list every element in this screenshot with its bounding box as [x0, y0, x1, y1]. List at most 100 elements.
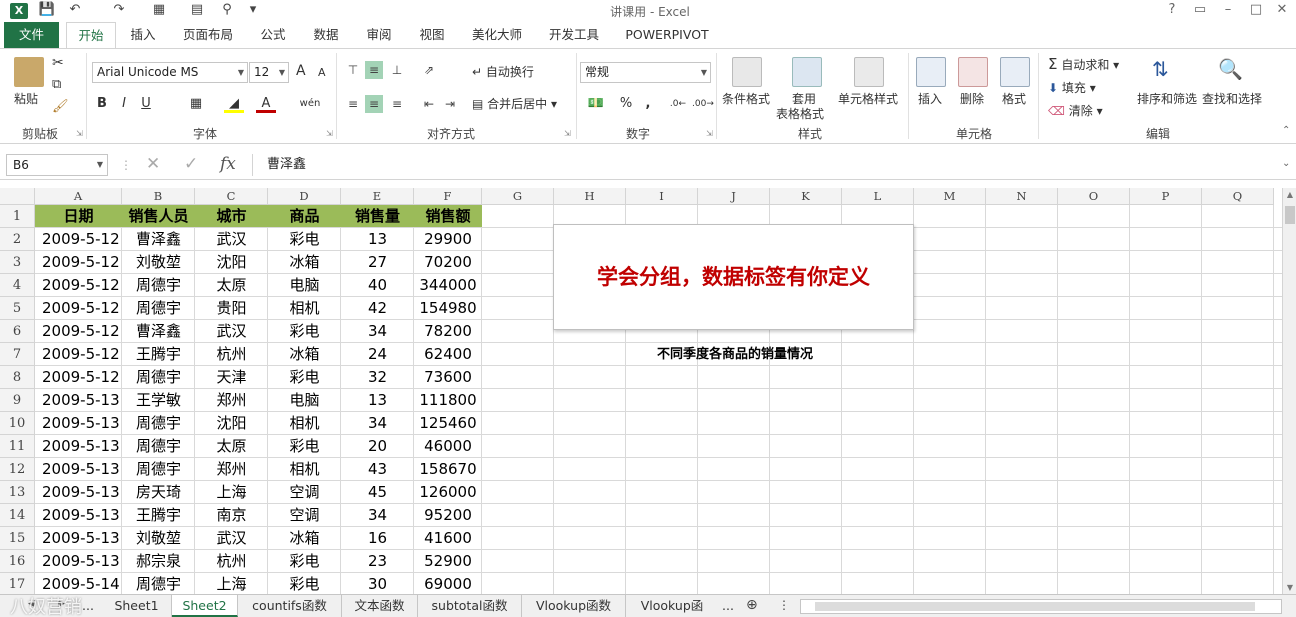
header-cell[interactable]: 销售量 — [341, 205, 414, 227]
decrease-decimal-icon[interactable]: .00→ — [692, 93, 714, 115]
row-header[interactable]: 8 — [0, 366, 35, 389]
currency-icon[interactable]: 💵 — [582, 93, 610, 115]
number-format-select[interactable]: 常规 ▼ — [580, 62, 711, 83]
data-cell[interactable]: 2009-5-13 — [35, 412, 122, 435]
data-cell[interactable]: 武汉 — [195, 320, 268, 343]
print-preview-icon[interactable]: ▤ — [188, 2, 206, 17]
sheet-tab[interactable]: Vlookup函 — [626, 595, 718, 617]
quick-access-icon[interactable]: ▦ — [150, 2, 168, 17]
number-launcher-icon[interactable]: ⇲ — [706, 129, 713, 138]
column-header[interactable]: J — [698, 188, 770, 205]
font-size-select[interactable]: 12 ▼ — [249, 62, 289, 83]
horizontal-scrollbar[interactable] — [800, 599, 1282, 614]
delete-cells-button[interactable]: 删除 — [960, 90, 984, 107]
format-as-table-icon[interactable] — [792, 57, 822, 87]
maximize-icon[interactable]: □ — [1246, 2, 1266, 17]
zoom-icon[interactable]: ⚲ — [218, 2, 236, 17]
paste-button[interactable]: 粘贴 — [14, 90, 38, 107]
row-header[interactable]: 12 — [0, 458, 35, 481]
more-sheets-right[interactable]: ... — [718, 595, 738, 617]
cell-styles-button[interactable]: 单元格样式 — [838, 90, 898, 107]
autosum-button[interactable]: Σ 自动求和 ▾ — [1048, 55, 1119, 73]
header-cell[interactable]: 销售人员 — [122, 205, 195, 227]
row-header[interactable]: 17 — [0, 573, 35, 594]
data-cell[interactable]: 太原 — [195, 274, 268, 297]
select-all-corner[interactable] — [0, 188, 35, 205]
clipboard-launcher-icon[interactable]: ⇲ — [76, 129, 83, 138]
data-cell[interactable]: 相机 — [268, 458, 341, 481]
row-header[interactable]: 15 — [0, 527, 35, 550]
tab-page-layout[interactable]: 页面布局 — [176, 22, 240, 48]
data-cell[interactable]: 2009-5-13 — [35, 481, 122, 504]
data-cell[interactable]: 周德宇 — [122, 435, 195, 458]
data-cell[interactable]: 冰箱 — [268, 343, 341, 366]
row-header[interactable]: 14 — [0, 504, 35, 527]
data-cell[interactable]: 69000 — [414, 573, 482, 594]
data-cell[interactable]: 29900 — [414, 228, 482, 251]
column-header[interactable]: F — [414, 188, 482, 205]
data-cell[interactable]: 武汉 — [195, 228, 268, 251]
scroll-down-icon[interactable]: ▼ — [1284, 583, 1296, 592]
add-sheet-icon[interactable]: ⊕ — [746, 597, 758, 613]
column-header[interactable]: K — [770, 188, 842, 205]
row-header[interactable]: 16 — [0, 550, 35, 573]
data-cell[interactable]: 周德宇 — [122, 274, 195, 297]
percent-button[interactable]: % — [616, 93, 636, 115]
data-cell[interactable]: 78200 — [414, 320, 482, 343]
cut-icon[interactable]: ✂ — [52, 55, 64, 71]
data-cell[interactable]: 相机 — [268, 412, 341, 435]
sheet-tab[interactable]: 文本函数 — [342, 595, 418, 617]
font-launcher-icon[interactable]: ⇲ — [326, 129, 333, 138]
grow-font-button[interactable]: A — [296, 63, 306, 79]
tab-formulas[interactable]: 公式 — [252, 22, 294, 48]
data-cell[interactable]: 13 — [341, 389, 414, 412]
data-cell[interactable]: 王腾宇 — [122, 504, 195, 527]
row-header[interactable]: 4 — [0, 274, 35, 297]
header-cell[interactable]: 日期 — [35, 205, 122, 227]
data-cell[interactable]: 郝宗泉 — [122, 550, 195, 573]
tab-split-handle-icon[interactable]: ⋮ — [778, 598, 790, 612]
sort-filter-icon[interactable]: ⇅ — [1152, 57, 1169, 81]
data-cell[interactable]: 彩电 — [268, 573, 341, 594]
sheet-tab[interactable]: Sheet1 — [102, 595, 172, 617]
insert-cells-icon[interactable] — [916, 57, 946, 87]
increase-indent-icon[interactable]: ⇥ — [441, 95, 459, 113]
data-cell[interactable]: 周德宇 — [122, 297, 195, 320]
row-header[interactable]: 10 — [0, 412, 35, 435]
collapse-ribbon-icon[interactable]: ⌃ — [1282, 125, 1290, 136]
data-cell[interactable]: 王腾宇 — [122, 343, 195, 366]
data-cell[interactable]: 冰箱 — [268, 527, 341, 550]
data-cell[interactable]: 34 — [341, 412, 414, 435]
bold-button[interactable]: B — [92, 93, 112, 115]
data-cell[interactable]: 70200 — [414, 251, 482, 274]
data-cell[interactable]: 天津 — [195, 366, 268, 389]
confirm-entry-icon[interactable]: ✓ — [184, 154, 198, 174]
undo-icon[interactable]: ↶ — [66, 2, 84, 17]
data-cell[interactable]: 62400 — [414, 343, 482, 366]
data-cell[interactable]: 13 — [341, 228, 414, 251]
merge-center-button[interactable]: ▤ 合并后居中 ▾ — [472, 95, 557, 112]
tab-home[interactable]: 开始 — [66, 22, 116, 49]
data-cell[interactable]: 16 — [341, 527, 414, 550]
data-cell[interactable]: 郑州 — [195, 389, 268, 412]
sheet-tab[interactable]: Vlookup函数 — [522, 595, 626, 617]
data-cell[interactable]: 周德宇 — [122, 366, 195, 389]
data-cell[interactable]: 40 — [341, 274, 414, 297]
align-center-icon[interactable]: ≡ — [365, 95, 383, 113]
column-header[interactable]: L — [842, 188, 914, 205]
font-color-button[interactable]: A — [256, 93, 276, 113]
data-cell[interactable]: 46000 — [414, 435, 482, 458]
redo-icon[interactable]: ↷ — [110, 2, 128, 17]
data-cell[interactable]: 41600 — [414, 527, 482, 550]
align-middle-icon[interactable]: ≡ — [365, 61, 383, 79]
data-cell[interactable]: 95200 — [414, 504, 482, 527]
cell-styles-icon[interactable] — [854, 57, 884, 87]
tab-beautify[interactable]: 美化大师 — [464, 22, 530, 48]
data-cell[interactable]: 2009-5-12 — [35, 297, 122, 320]
data-cell[interactable]: 杭州 — [195, 550, 268, 573]
data-cell[interactable]: 上海 — [195, 573, 268, 594]
header-cell[interactable]: 城市 — [195, 205, 268, 227]
format-as-table-label2[interactable]: 表格格式 — [776, 105, 824, 122]
column-header[interactable]: P — [1130, 188, 1202, 205]
column-header[interactable]: B — [122, 188, 195, 205]
